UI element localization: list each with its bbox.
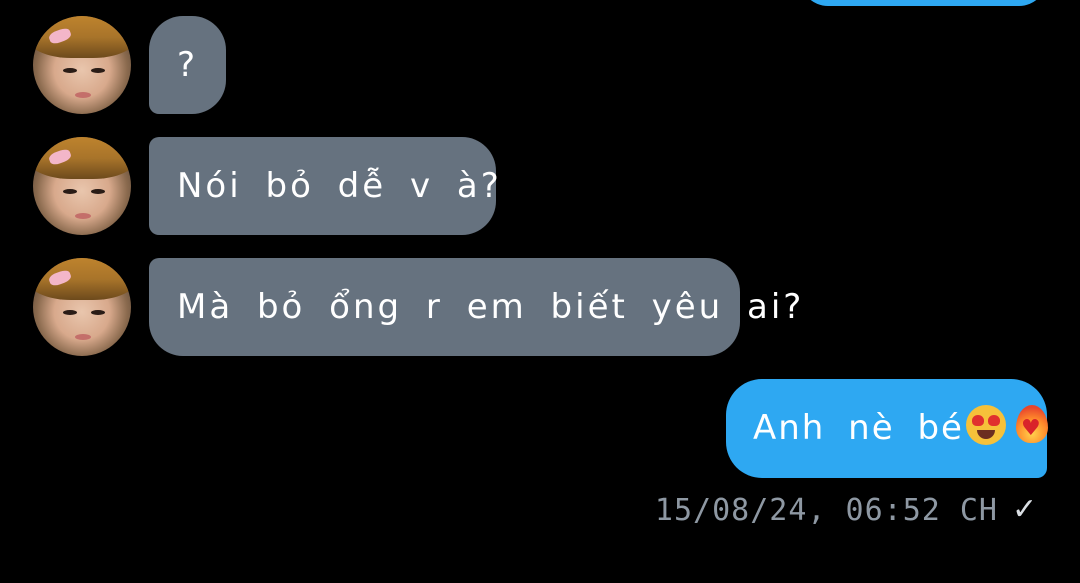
heart-on-fire-emoji-icon: ♥ [1012,405,1052,445]
message-text: Nói bỏ dễ v à? [177,166,502,206]
avatar[interactable] [33,258,131,356]
incoming-message-bubble[interactable]: ? [149,16,227,114]
incoming-message-bubble[interactable]: Mà bỏ ổng r em biết yêu ai? [149,258,801,356]
avatar[interactable] [33,16,131,114]
heart-eyes-emoji-icon [965,405,1006,445]
avatar[interactable] [33,137,131,235]
message-text: ? [177,45,199,85]
message-text: Anh nè bé [753,408,964,448]
previous-outgoing-bubble[interactable] [800,0,1047,6]
incoming-message-bubble[interactable]: Nói bỏ dễ v à? [149,137,499,235]
message-text: Mà bỏ ổng r em biết yêu ai? [177,287,805,327]
outgoing-message-bubble[interactable]: Anh nè bé ♥ [726,379,1048,478]
message-timestamp: 15/08/24, 06:52 CH [654,493,998,528]
check-icon: ✓ [1012,492,1038,527]
